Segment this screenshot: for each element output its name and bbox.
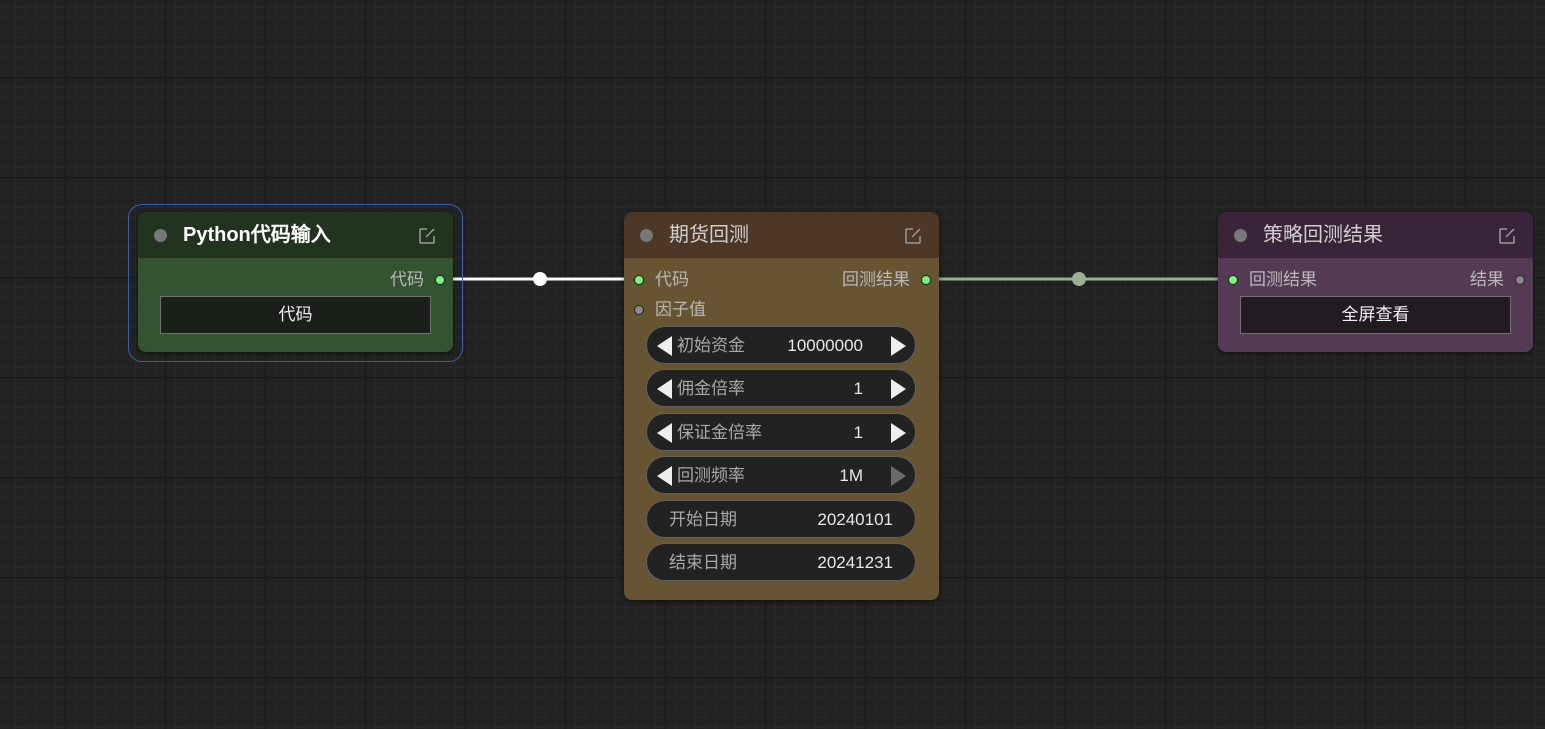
edit-icon[interactable] xyxy=(1497,226,1517,246)
widget-value: 20240101 xyxy=(817,510,893,529)
widget-value: 1M xyxy=(839,466,863,485)
widget-label: 保证金倍率 xyxy=(677,423,762,442)
node-title: 期货回测 xyxy=(669,224,749,246)
arrow-right-icon[interactable] xyxy=(891,379,906,399)
output-label-backtest-result: 回测结果 xyxy=(842,270,910,289)
input-label-backtest-result: 回测结果 xyxy=(1249,270,1317,289)
widget-backtest-frequency[interactable]: 回测频率 1M xyxy=(646,456,916,494)
widget-label: 回测频率 xyxy=(677,466,745,485)
code-editor-button[interactable]: 代码 xyxy=(160,296,431,334)
arrow-left-icon[interactable] xyxy=(657,423,672,443)
node-title: 策略回测结果 xyxy=(1263,224,1383,246)
arrow-right-icon[interactable] xyxy=(891,336,906,356)
node-header[interactable]: 策略回测结果 xyxy=(1218,212,1533,258)
node-title: Python代码输入 xyxy=(183,224,331,246)
status-dot-icon xyxy=(640,229,653,242)
widget-value: 1 xyxy=(853,379,863,398)
status-dot-icon xyxy=(154,229,167,242)
output-socket-code[interactable] xyxy=(435,275,445,285)
status-dot-icon xyxy=(1234,229,1247,242)
edit-icon[interactable] xyxy=(903,226,923,246)
input-socket-factor[interactable] xyxy=(634,305,644,315)
widget-start-date[interactable]: 开始日期 20240101 xyxy=(646,500,916,538)
output-label-code: 代码 xyxy=(390,270,424,289)
graph-canvas[interactable]: Python代码输入 代码 代码 期货回测 代码 因子值 回测结果 初始资金 1… xyxy=(0,0,1545,729)
input-label-factor: 因子值 xyxy=(655,300,706,319)
node-strategy-result[interactable]: 策略回测结果 回测结果 结果 全屏查看 xyxy=(1218,212,1533,352)
arrow-right-icon[interactable] xyxy=(891,466,906,486)
widget-commission-multiplier[interactable]: 佣金倍率 1 xyxy=(646,369,916,407)
widget-margin-multiplier[interactable]: 保证金倍率 1 xyxy=(646,413,916,451)
fullscreen-view-button[interactable]: 全屏查看 xyxy=(1240,296,1511,334)
link-midpoint-handle[interactable] xyxy=(1072,272,1086,286)
node-body: 代码 代码 xyxy=(138,258,453,352)
widget-label: 开始日期 xyxy=(669,510,737,529)
widget-end-date[interactable]: 结束日期 20241231 xyxy=(646,543,916,581)
arrow-right-icon[interactable] xyxy=(891,423,906,443)
widget-label: 佣金倍率 xyxy=(677,379,745,398)
input-label-code: 代码 xyxy=(655,270,689,289)
arrow-left-icon[interactable] xyxy=(657,466,672,486)
arrow-left-icon[interactable] xyxy=(657,379,672,399)
link-midpoint-handle[interactable] xyxy=(533,272,547,286)
output-socket-backtest-result[interactable] xyxy=(921,275,931,285)
widget-label: 结束日期 xyxy=(669,553,737,572)
arrow-left-icon[interactable] xyxy=(657,336,672,356)
widget-value: 1 xyxy=(853,423,863,442)
node-header[interactable]: Python代码输入 xyxy=(138,212,453,258)
node-futures-backtest[interactable]: 期货回测 代码 因子值 回测结果 初始资金 10000000 佣金倍率 1 保证… xyxy=(624,212,939,600)
widget-value: 10000000 xyxy=(787,336,863,355)
node-body: 代码 因子值 回测结果 初始资金 10000000 佣金倍率 1 保证金倍率 1 xyxy=(624,258,939,600)
node-body: 回测结果 结果 全屏查看 xyxy=(1218,258,1533,352)
node-python-input[interactable]: Python代码输入 代码 代码 xyxy=(138,212,453,352)
edit-icon[interactable] xyxy=(417,226,437,246)
widget-initial-capital[interactable]: 初始资金 10000000 xyxy=(646,326,916,364)
output-socket-result[interactable] xyxy=(1515,275,1525,285)
input-socket-backtest-result[interactable] xyxy=(1228,275,1238,285)
widget-label: 初始资金 xyxy=(677,336,745,355)
node-header[interactable]: 期货回测 xyxy=(624,212,939,258)
widget-value: 20241231 xyxy=(817,553,893,572)
output-label-result: 结果 xyxy=(1470,270,1504,289)
input-socket-code[interactable] xyxy=(634,275,644,285)
